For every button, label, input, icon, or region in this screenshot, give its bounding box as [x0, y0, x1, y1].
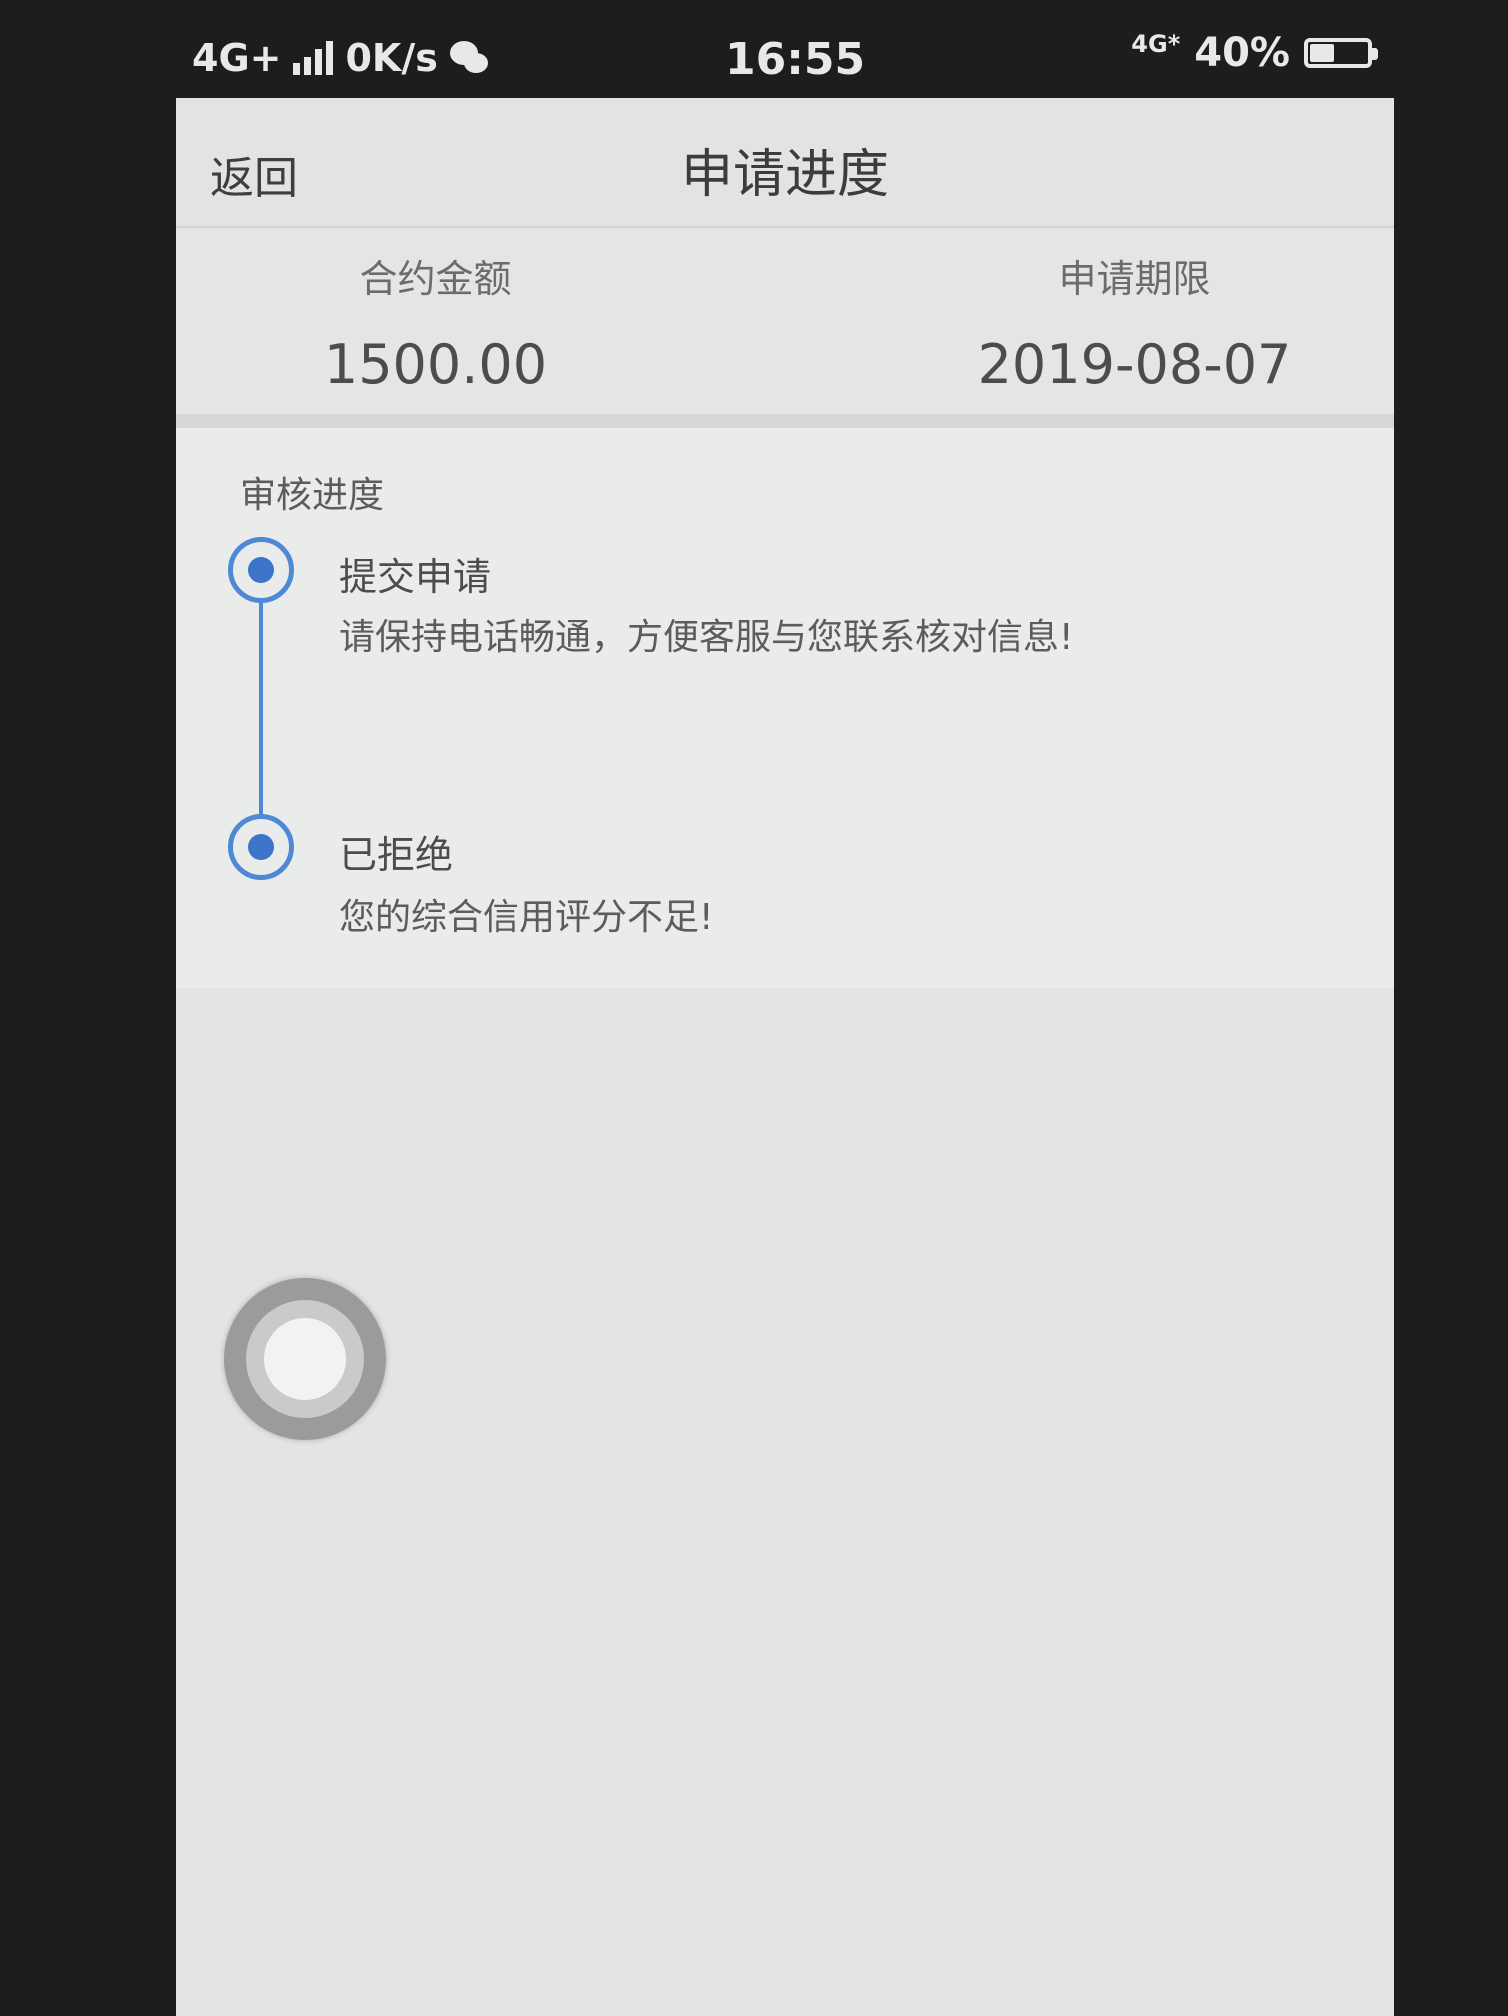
step-dot-icon [228, 537, 294, 603]
nav-bar: 返回 申请进度 [176, 98, 1394, 228]
signal-icon [293, 41, 334, 75]
step-description: 您的综合信用评分不足! [339, 897, 714, 938]
status-right: 4G* 40% [1131, 30, 1378, 76]
term-value: 2019-08-07 [977, 333, 1292, 396]
term-column: 申请期限 2019-08-07 [785, 228, 1394, 396]
status-left: 4G+ 0K/s [192, 36, 490, 80]
status-time: 16:55 [725, 34, 866, 85]
review-progress-section: 审核进度 提交申请 请保持电话畅通，方便客服与您联系核对信息! 已拒绝 您的综合… [176, 428, 1394, 988]
assistive-touch-button[interactable] [224, 1278, 386, 1440]
network-speed: 0K/s [345, 36, 438, 80]
empty-content-area [176, 988, 1394, 2016]
step-dot-icon [228, 814, 294, 880]
wechat-icon [449, 41, 490, 75]
summary-panel: 合约金额 1500.00 申请期限 2019-08-07 [176, 228, 1394, 414]
step-description: 请保持电话畅通，方便客服与您联系核对信息! [339, 617, 1074, 658]
battery-icon [1304, 38, 1378, 68]
network-type: 4G+ [192, 36, 282, 80]
status-bar: 4G+ 0K/s 16:55 4G* 40% [0, 0, 1508, 110]
section-title: 审核进度 [240, 475, 385, 516]
amount-label: 合约金额 [359, 257, 512, 301]
network-badge: 4G* [1131, 30, 1181, 58]
battery-fill [1310, 44, 1334, 62]
amount-value: 1500.00 [323, 333, 548, 396]
amount-column: 合约金额 1500.00 [176, 228, 785, 396]
timeline-line [259, 570, 263, 814]
step-title: 提交申请 [339, 555, 492, 599]
section-divider [176, 414, 1394, 428]
term-label: 申请期限 [1058, 257, 1211, 301]
app-screen: 返回 申请进度 合约金额 1500.00 申请期限 2019-08-07 审核进… [176, 98, 1394, 2016]
step-title: 已拒绝 [339, 833, 454, 877]
page-title: 申请进度 [680, 145, 889, 205]
battery-percent: 40% [1194, 30, 1290, 76]
